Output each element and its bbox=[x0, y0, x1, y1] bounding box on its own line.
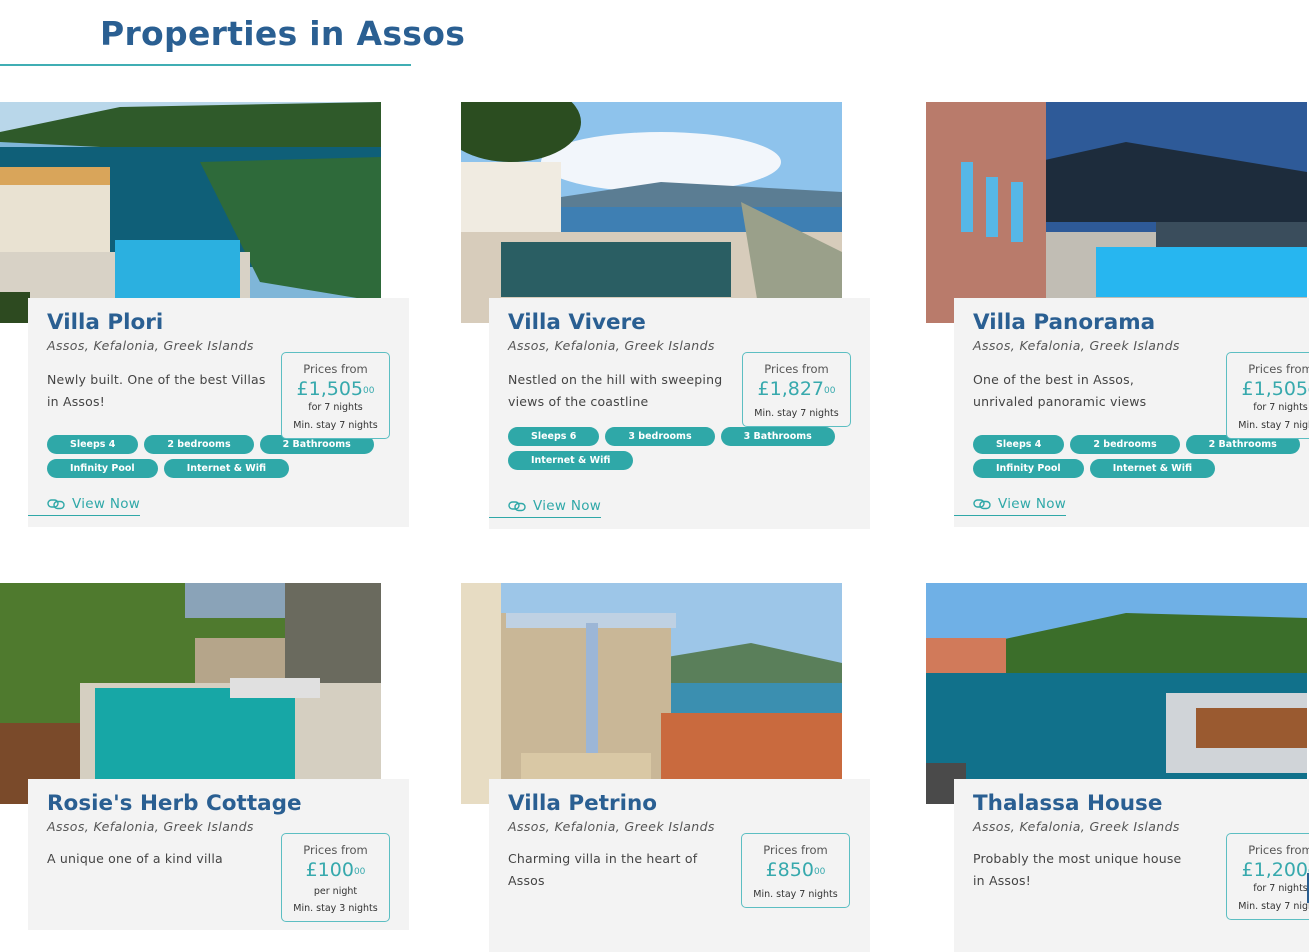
min-stay: Min. stay 7 nights bbox=[753, 889, 838, 900]
price-box: Prices from £10000 per night Min. stay 3… bbox=[281, 833, 390, 922]
tag-pool: Infinity Pool bbox=[973, 459, 1084, 478]
price-amount: £1,82700 bbox=[743, 378, 850, 400]
view-now-link[interactable]: View Now bbox=[954, 496, 1067, 516]
price-from-label: Prices from bbox=[764, 362, 829, 376]
min-stay: Min. stay 7 nights bbox=[754, 408, 839, 419]
property-photo[interactable] bbox=[0, 102, 381, 323]
tag-bedrooms: 3 bedrooms bbox=[605, 427, 715, 446]
price-period: for 7 nights bbox=[308, 402, 363, 413]
property-panel: Villa Vivere Assos, Kefalonia, Greek Isl… bbox=[489, 298, 870, 529]
property-location: Assos, Kefalonia, Greek Islands bbox=[973, 338, 1180, 353]
feature-tags: Sleeps 4 2 bedrooms 2 Bathrooms Infinity… bbox=[47, 435, 377, 478]
property-panel: Villa Plori Assos, Kefalonia, Greek Isla… bbox=[28, 298, 409, 527]
price-main: £850 bbox=[765, 859, 814, 881]
view-now-label: View Now bbox=[533, 498, 602, 514]
price-main: £100 bbox=[305, 859, 354, 881]
price-cents: 00 bbox=[353, 867, 366, 877]
price-period: for 7 nights bbox=[1253, 883, 1308, 894]
page-title: Properties in Assos bbox=[100, 14, 466, 53]
price-from-label: Prices from bbox=[303, 362, 368, 376]
tag-internet: Internet & Wifi bbox=[1089, 459, 1216, 478]
price-amount: £1,50500 bbox=[1227, 378, 1309, 400]
property-panel: Villa Petrino Assos, Kefalonia, Greek Is… bbox=[489, 779, 870, 952]
link-chain-icon bbox=[973, 499, 991, 510]
property-panel: Villa Panorama Assos, Kefalonia, Greek I… bbox=[954, 298, 1309, 527]
feature-tags: Sleeps 6 3 bedrooms 3 Bathrooms Internet… bbox=[508, 427, 838, 470]
property-location: Assos, Kefalonia, Greek Islands bbox=[508, 338, 715, 353]
min-stay: Min. stay 7 nights bbox=[293, 420, 378, 431]
price-main: £1,505 bbox=[1241, 378, 1309, 400]
tag-pool: Infinity Pool bbox=[47, 459, 158, 478]
price-cents: 00 bbox=[813, 867, 826, 877]
price-from-label: Prices from bbox=[1248, 362, 1309, 376]
title-underline bbox=[0, 64, 411, 66]
property-photo[interactable] bbox=[926, 583, 1307, 804]
price-cents: 00 bbox=[363, 386, 375, 396]
property-name[interactable]: Thalassa House bbox=[973, 791, 1309, 817]
tag-bathrooms: 3 Bathrooms bbox=[720, 427, 835, 446]
price-box: Prices from £1,20000 for 7 nights Min. s… bbox=[1226, 833, 1309, 920]
price-period: per night bbox=[313, 886, 358, 897]
price-amount: £1,50500 bbox=[282, 378, 389, 400]
view-now-label: View Now bbox=[998, 496, 1067, 512]
property-photo[interactable] bbox=[461, 583, 842, 804]
property-photo[interactable] bbox=[0, 583, 381, 804]
property-location: Assos, Kefalonia, Greek Islands bbox=[47, 819, 254, 834]
tag-internet: Internet & Wifi bbox=[508, 451, 634, 470]
view-now-link[interactable]: View Now bbox=[489, 498, 602, 518]
feature-tags: Sleeps 4 2 bedrooms 2 Bathrooms Infinity… bbox=[973, 435, 1303, 478]
property-panel: Rosie's Herb Cottage Assos, Kefalonia, G… bbox=[28, 779, 409, 930]
property-description: Probably the most unique house in Assos! bbox=[973, 851, 1182, 888]
tag-sleeps: Sleeps 6 bbox=[508, 427, 600, 446]
tag-sleeps: Sleeps 4 bbox=[47, 435, 139, 454]
property-name[interactable]: Villa Vivere bbox=[508, 310, 851, 336]
price-main: £1,200 bbox=[1241, 859, 1309, 881]
price-box: Prices from £1,82700 Min. stay 7 nights bbox=[742, 352, 851, 427]
tag-sleeps: Sleeps 4 bbox=[973, 435, 1065, 454]
price-from-label: Prices from bbox=[1248, 843, 1309, 857]
property-location: Assos, Kefalonia, Greek Islands bbox=[47, 338, 254, 353]
link-chain-icon bbox=[508, 501, 526, 512]
price-main: £1,505 bbox=[296, 378, 364, 400]
property-location: Assos, Kefalonia, Greek Islands bbox=[973, 819, 1180, 834]
property-name[interactable]: Villa Plori bbox=[47, 310, 390, 336]
price-amount: £85000 bbox=[742, 859, 849, 881]
price-amount: £1,20000 bbox=[1227, 859, 1309, 881]
price-box: Prices from £85000 Min. stay 7 nights bbox=[741, 833, 850, 908]
min-stay: Min. stay 7 nights bbox=[1238, 420, 1309, 431]
price-from-label: Prices from bbox=[763, 843, 828, 857]
property-description: One of the best in Assos, unrivaled pano… bbox=[973, 372, 1147, 409]
property-photo[interactable] bbox=[461, 102, 842, 323]
property-photo[interactable] bbox=[926, 102, 1307, 323]
tag-bedrooms: 2 bedrooms bbox=[1070, 435, 1180, 454]
property-description: Nestled on the hill with sweeping views … bbox=[508, 372, 723, 409]
price-main: £1,827 bbox=[757, 378, 825, 400]
link-chain-icon bbox=[47, 499, 65, 510]
property-panel: Thalassa House Assos, Kefalonia, Greek I… bbox=[954, 779, 1309, 952]
property-description: Charming villa in the heart of Assos bbox=[508, 851, 698, 888]
view-now-label: View Now bbox=[72, 496, 141, 512]
property-description: A unique one of a kind villa bbox=[47, 851, 223, 866]
property-name[interactable]: Villa Panorama bbox=[973, 310, 1309, 336]
property-location: Assos, Kefalonia, Greek Islands bbox=[508, 819, 715, 834]
min-stay: Min. stay 7 nights bbox=[1238, 901, 1309, 912]
price-box: Prices from £1,50500 for 7 nights Min. s… bbox=[1226, 352, 1309, 439]
price-period: for 7 nights bbox=[1253, 402, 1308, 413]
price-amount: £10000 bbox=[282, 859, 389, 881]
property-name[interactable]: Villa Petrino bbox=[508, 791, 851, 817]
tag-internet: Internet & Wifi bbox=[163, 459, 290, 478]
property-description: Newly built. One of the best Villas in A… bbox=[47, 372, 266, 409]
property-name[interactable]: Rosie's Herb Cottage bbox=[47, 791, 390, 817]
tag-bedrooms: 2 bedrooms bbox=[144, 435, 254, 454]
price-cents: 00 bbox=[824, 386, 836, 396]
view-now-link[interactable]: View Now bbox=[28, 496, 141, 516]
price-box: Prices from £1,50500 for 7 nights Min. s… bbox=[281, 352, 390, 439]
price-from-label: Prices from bbox=[303, 843, 368, 857]
